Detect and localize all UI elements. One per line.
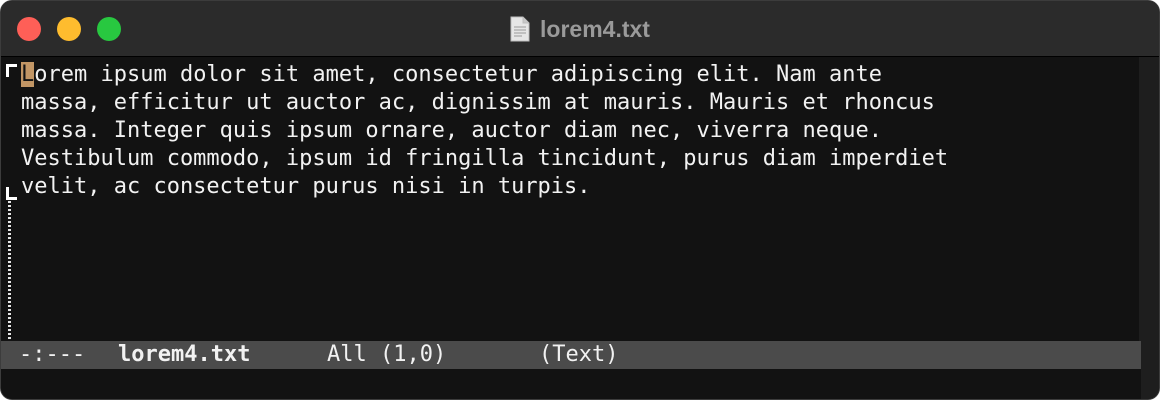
buffer-bottom-indicator <box>6 187 17 200</box>
modeline-major-mode[interactable]: (Text) <box>539 341 618 369</box>
modeline-position: All (1,0) <box>327 342 447 367</box>
left-fringe <box>1 57 21 341</box>
scrollbar-track[interactable] <box>1139 57 1159 399</box>
editor-text-area[interactable]: Lorem ipsum dolor sit amet, consectetur … <box>21 61 1139 341</box>
text-line-5: velit, ac consectetur purus nisi in turp… <box>21 174 591 199</box>
modeline-status: -:--- <box>19 342 86 367</box>
buffer-top-indicator <box>6 64 17 77</box>
title-bar[interactable]: lorem4.txt <box>1 1 1159 57</box>
empty-lines-indicator <box>8 201 11 339</box>
emacs-window: lorem4.txt Lorem ipsum dolor sit amet, c… <box>0 0 1160 400</box>
text-line-1: orem ipsum dolor sit amet, consectetur a… <box>34 62 882 87</box>
text-line-3: massa. Integer quis ipsum ornare, auctor… <box>21 118 882 143</box>
mode-line: -:--- lorem4.txt All (1,0) (Text) <box>1 341 1141 369</box>
minibuffer[interactable] <box>1 369 1141 399</box>
text-cursor: L <box>21 62 35 87</box>
window-title-group: lorem4.txt <box>1 1 1159 57</box>
modeline-buffer-name[interactable]: lorem4.txt <box>118 341 250 369</box>
text-line-2: massa, efficitur ut auctor ac, dignissim… <box>21 90 935 115</box>
text-line-4: Vestibulum commodo, ipsum id fringilla t… <box>21 146 949 171</box>
document-icon <box>510 16 530 42</box>
window-title: lorem4.txt <box>540 15 650 42</box>
